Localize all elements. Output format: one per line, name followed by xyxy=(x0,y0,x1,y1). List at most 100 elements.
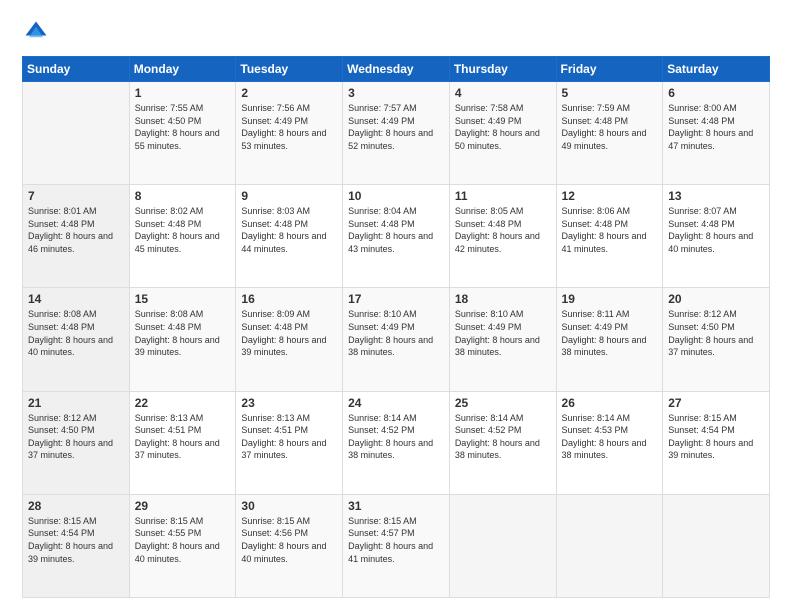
day-cell xyxy=(449,494,556,597)
day-cell: 28 Sunrise: 8:15 AMSunset: 4:54 PMDayligh… xyxy=(23,494,130,597)
day-info: Sunrise: 8:15 AMSunset: 4:54 PMDaylight:… xyxy=(28,515,124,565)
day-cell: 7Sunrise: 8:01 AMSunset: 4:48 PMDaylight… xyxy=(23,185,130,288)
day-info: Sunrise: 8:13 AMSunset: 4:51 PMDaylight:… xyxy=(135,412,231,462)
day-number: 19 xyxy=(562,292,658,306)
day-info: Sunrise: 7:59 AMSunset: 4:48 PMDaylight:… xyxy=(562,102,658,152)
week-row-2: 14 Sunrise: 8:08 AMSunset: 4:48 PMDayligh… xyxy=(23,288,770,391)
day-cell: 25Sunrise: 8:14 AMSunset: 4:52 PMDayligh… xyxy=(449,391,556,494)
day-info: Sunrise: 8:12 AMSunset: 4:50 PMDaylight:… xyxy=(668,308,764,358)
weekday-header-thursday: Thursday xyxy=(449,57,556,82)
day-info: Sunrise: 8:15 AMSunset: 4:57 PMDaylight:… xyxy=(348,515,444,565)
day-cell: 19 Sunrise: 8:11 AMSunset: 4:49 PMDayligh… xyxy=(556,288,663,391)
day-info: Sunrise: 8:13 AMSunset: 4:51 PMDaylight:… xyxy=(241,412,337,462)
day-cell: 6Sunrise: 8:00 AMSunset: 4:48 PMDaylight… xyxy=(663,82,770,185)
day-info: Sunrise: 7:57 AMSunset: 4:49 PMDaylight:… xyxy=(348,102,444,152)
weekday-header-row: SundayMondayTuesdayWednesdayThursdayFrid… xyxy=(23,57,770,82)
day-info: Sunrise: 8:15 AMSunset: 4:56 PMDaylight:… xyxy=(241,515,337,565)
weekday-header-saturday: Saturday xyxy=(663,57,770,82)
day-info: Sunrise: 8:05 AMSunset: 4:48 PMDaylight:… xyxy=(455,205,551,255)
day-info: Sunrise: 8:02 AMSunset: 4:48 PMDaylight:… xyxy=(135,205,231,255)
day-number: 1 xyxy=(135,86,231,100)
week-row-3: 21 Sunrise: 8:12 AMSunset: 4:50 PMDayligh… xyxy=(23,391,770,494)
day-cell: 1 Sunrise: 7:55 AMSunset: 4:50 PMDaylight… xyxy=(129,82,236,185)
day-info: Sunrise: 8:03 AMSunset: 4:48 PMDaylight:… xyxy=(241,205,337,255)
day-cell: 9 Sunrise: 8:03 AMSunset: 4:48 PMDaylight… xyxy=(236,185,343,288)
day-number: 24 xyxy=(348,396,444,410)
day-number: 27 xyxy=(668,396,764,410)
day-info: Sunrise: 8:08 AMSunset: 4:48 PMDaylight:… xyxy=(135,308,231,358)
day-number: 21 xyxy=(28,396,124,410)
day-info: Sunrise: 8:04 AMSunset: 4:48 PMDaylight:… xyxy=(348,205,444,255)
day-number: 2 xyxy=(241,86,337,100)
day-cell: 21 Sunrise: 8:12 AMSunset: 4:50 PMDayligh… xyxy=(23,391,130,494)
day-number: 10 xyxy=(348,189,444,203)
day-cell: 5 Sunrise: 7:59 AMSunset: 4:48 PMDaylight… xyxy=(556,82,663,185)
day-number: 23 xyxy=(241,396,337,410)
weekday-header-tuesday: Tuesday xyxy=(236,57,343,82)
day-number: 29 xyxy=(135,499,231,513)
day-cell: 12Sunrise: 8:06 AMSunset: 4:48 PMDayligh… xyxy=(556,185,663,288)
day-cell xyxy=(556,494,663,597)
day-cell: 13 Sunrise: 8:07 AMSunset: 4:48 PMDayligh… xyxy=(663,185,770,288)
day-number: 31 xyxy=(348,499,444,513)
weekday-header-monday: Monday xyxy=(129,57,236,82)
day-cell: 20 Sunrise: 8:12 AMSunset: 4:50 PMDayligh… xyxy=(663,288,770,391)
day-cell: 17 Sunrise: 8:10 AMSunset: 4:49 PMDayligh… xyxy=(343,288,450,391)
day-number: 7 xyxy=(28,189,124,203)
day-number: 8 xyxy=(135,189,231,203)
day-info: Sunrise: 8:08 AMSunset: 4:48 PMDaylight:… xyxy=(28,308,124,358)
day-info: Sunrise: 8:07 AMSunset: 4:48 PMDaylight:… xyxy=(668,205,764,255)
day-info: Sunrise: 7:55 AMSunset: 4:50 PMDaylight:… xyxy=(135,102,231,152)
day-cell: 3 Sunrise: 7:57 AMSunset: 4:49 PMDaylight… xyxy=(343,82,450,185)
day-info: Sunrise: 8:12 AMSunset: 4:50 PMDaylight:… xyxy=(28,412,124,462)
day-number: 17 xyxy=(348,292,444,306)
logo-icon xyxy=(22,18,50,46)
day-cell xyxy=(23,82,130,185)
calendar-table: SundayMondayTuesdayWednesdayThursdayFrid… xyxy=(22,56,770,598)
weekday-header-sunday: Sunday xyxy=(23,57,130,82)
week-row-4: 28 Sunrise: 8:15 AMSunset: 4:54 PMDayligh… xyxy=(23,494,770,597)
day-cell: 4 Sunrise: 7:58 AMSunset: 4:49 PMDaylight… xyxy=(449,82,556,185)
day-number: 22 xyxy=(135,396,231,410)
day-number: 30 xyxy=(241,499,337,513)
day-cell: 30 Sunrise: 8:15 AMSunset: 4:56 PMDayligh… xyxy=(236,494,343,597)
day-cell: 22 Sunrise: 8:13 AMSunset: 4:51 PMDayligh… xyxy=(129,391,236,494)
day-number: 20 xyxy=(668,292,764,306)
day-number: 25 xyxy=(455,396,551,410)
day-info: Sunrise: 7:58 AMSunset: 4:49 PMDaylight:… xyxy=(455,102,551,152)
day-cell: 16 Sunrise: 8:09 AMSunset: 4:48 PMDayligh… xyxy=(236,288,343,391)
page: SundayMondayTuesdayWednesdayThursdayFrid… xyxy=(0,0,792,612)
day-info: Sunrise: 8:10 AMSunset: 4:49 PMDaylight:… xyxy=(348,308,444,358)
day-number: 4 xyxy=(455,86,551,100)
day-cell: 27Sunrise: 8:15 AMSunset: 4:54 PMDayligh… xyxy=(663,391,770,494)
day-cell: 31 Sunrise: 8:15 AMSunset: 4:57 PMDayligh… xyxy=(343,494,450,597)
day-info: Sunrise: 8:15 AMSunset: 4:55 PMDaylight:… xyxy=(135,515,231,565)
day-number: 26 xyxy=(562,396,658,410)
day-number: 15 xyxy=(135,292,231,306)
day-info: Sunrise: 8:11 AMSunset: 4:49 PMDaylight:… xyxy=(562,308,658,358)
day-cell: 8 Sunrise: 8:02 AMSunset: 4:48 PMDaylight… xyxy=(129,185,236,288)
day-number: 12 xyxy=(562,189,658,203)
day-number: 28 xyxy=(28,499,124,513)
day-cell: 23 Sunrise: 8:13 AMSunset: 4:51 PMDayligh… xyxy=(236,391,343,494)
day-number: 3 xyxy=(348,86,444,100)
day-number: 14 xyxy=(28,292,124,306)
day-number: 16 xyxy=(241,292,337,306)
logo xyxy=(22,18,54,46)
day-info: Sunrise: 7:56 AMSunset: 4:49 PMDaylight:… xyxy=(241,102,337,152)
day-cell: 15 Sunrise: 8:08 AMSunset: 4:48 PMDayligh… xyxy=(129,288,236,391)
day-number: 6 xyxy=(668,86,764,100)
day-cell xyxy=(663,494,770,597)
day-number: 5 xyxy=(562,86,658,100)
day-number: 9 xyxy=(241,189,337,203)
day-cell: 14 Sunrise: 8:08 AMSunset: 4:48 PMDayligh… xyxy=(23,288,130,391)
week-row-1: 7Sunrise: 8:01 AMSunset: 4:48 PMDaylight… xyxy=(23,185,770,288)
day-info: Sunrise: 8:14 AMSunset: 4:53 PMDaylight:… xyxy=(562,412,658,462)
day-info: Sunrise: 8:14 AMSunset: 4:52 PMDaylight:… xyxy=(348,412,444,462)
day-number: 18 xyxy=(455,292,551,306)
weekday-header-friday: Friday xyxy=(556,57,663,82)
day-number: 13 xyxy=(668,189,764,203)
day-number: 11 xyxy=(455,189,551,203)
day-info: Sunrise: 8:10 AMSunset: 4:49 PMDaylight:… xyxy=(455,308,551,358)
day-info: Sunrise: 8:09 AMSunset: 4:48 PMDaylight:… xyxy=(241,308,337,358)
